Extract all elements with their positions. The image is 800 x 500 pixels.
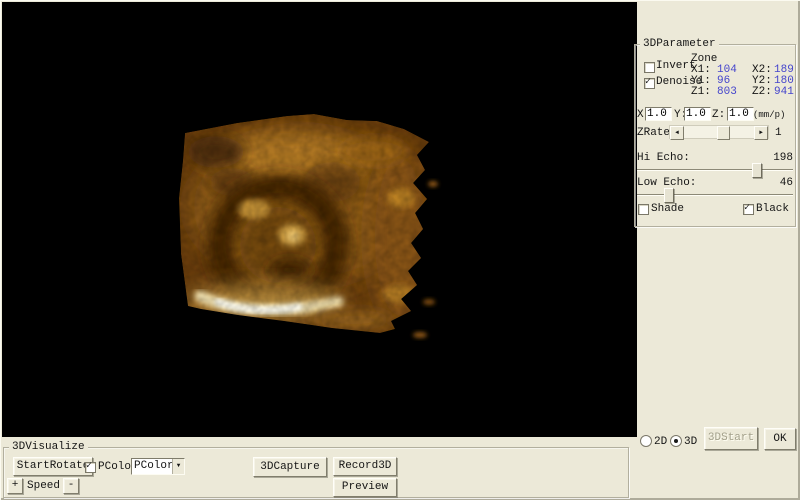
- black-label: Black: [756, 204, 789, 215]
- scale-x-input[interactable]: [645, 107, 672, 121]
- invert-checkbox[interactable]: ✓: [644, 62, 655, 73]
- hi-echo-label: Hi Echo:: [637, 153, 690, 164]
- check-icon: ✓: [744, 202, 750, 214]
- scroll-left-icon[interactable]: ◄: [670, 126, 684, 140]
- scale-z-label: Z:: [712, 110, 725, 121]
- group-3dparameter-title: 3DParameter: [640, 39, 719, 50]
- pcolor-dropdown-value: PColor: [134, 460, 174, 473]
- mode-3d-label: 3D: [684, 437, 697, 448]
- preview-button[interactable]: Preview: [333, 478, 397, 497]
- shade-label: Shade: [651, 204, 684, 215]
- zrate-thumb[interactable]: [717, 126, 730, 140]
- group-3dparameter: 3DParameter ✓ Invert ✓ Denoise Zone X1: …: [634, 44, 796, 227]
- zrate-value: 1: [775, 128, 782, 139]
- ok-button[interactable]: OK: [764, 428, 796, 450]
- pcolor-checkbox[interactable]: ✓: [85, 462, 96, 473]
- start3d-button[interactable]: 3DStart: [704, 427, 758, 450]
- scale-z-input[interactable]: [727, 107, 754, 121]
- denoise-checkbox[interactable]: ✓: [644, 78, 655, 89]
- mode-2d-radio[interactable]: [640, 435, 652, 447]
- pcolor-dropdown[interactable]: PColor ▼: [131, 458, 185, 475]
- zone-z2-label: Z2:: [752, 87, 772, 98]
- speed-plus-button[interactable]: +: [7, 478, 23, 494]
- chevron-down-icon[interactable]: ▼: [172, 459, 184, 474]
- app-window: 3DParameter ✓ Invert ✓ Denoise Zone X1: …: [0, 0, 800, 500]
- invert-label: Invert: [656, 61, 696, 72]
- hi-echo-thumb[interactable]: [752, 163, 762, 178]
- zone-z1-label: Z1:: [691, 87, 711, 98]
- mode-3d-radio[interactable]: [670, 435, 682, 447]
- ultrasound-render: [2, 2, 637, 437]
- zone-z2-value: 941: [774, 87, 794, 98]
- black-checkbox[interactable]: ✓: [743, 204, 754, 215]
- zone-z1-value: 803: [717, 87, 737, 98]
- viewport-3d[interactable]: [2, 2, 637, 437]
- speed-minus-button[interactable]: -: [63, 478, 79, 494]
- scale-y-input[interactable]: [684, 107, 711, 121]
- low-echo-thumb[interactable]: [664, 188, 674, 203]
- capture-button[interactable]: 3DCapture: [253, 457, 327, 477]
- mode-2d-label: 2D: [654, 437, 667, 448]
- hi-echo-track[interactable]: [637, 169, 793, 171]
- scale-unit-label: (mm/p): [753, 110, 785, 121]
- group-3dvisualize: 3DVisualize StartRotate + Speed - ✓ PCol…: [3, 447, 629, 498]
- low-echo-value: 46: [763, 178, 793, 189]
- low-echo-track[interactable]: [637, 194, 793, 196]
- speed-label: Speed: [27, 481, 60, 492]
- start-rotate-button[interactable]: StartRotate: [13, 457, 93, 476]
- zrate-label: ZRate: [637, 128, 670, 139]
- hi-echo-value: 198: [763, 153, 793, 164]
- shade-checkbox[interactable]: ✓: [638, 204, 649, 215]
- zrate-scrollbar[interactable]: ◄ ►: [669, 125, 769, 139]
- record-button[interactable]: Record3D: [333, 457, 397, 476]
- check-icon: ✓: [86, 460, 92, 472]
- check-icon: ✓: [645, 76, 651, 88]
- scroll-right-icon[interactable]: ►: [754, 126, 768, 140]
- group-3dvisualize-title: 3DVisualize: [9, 442, 88, 453]
